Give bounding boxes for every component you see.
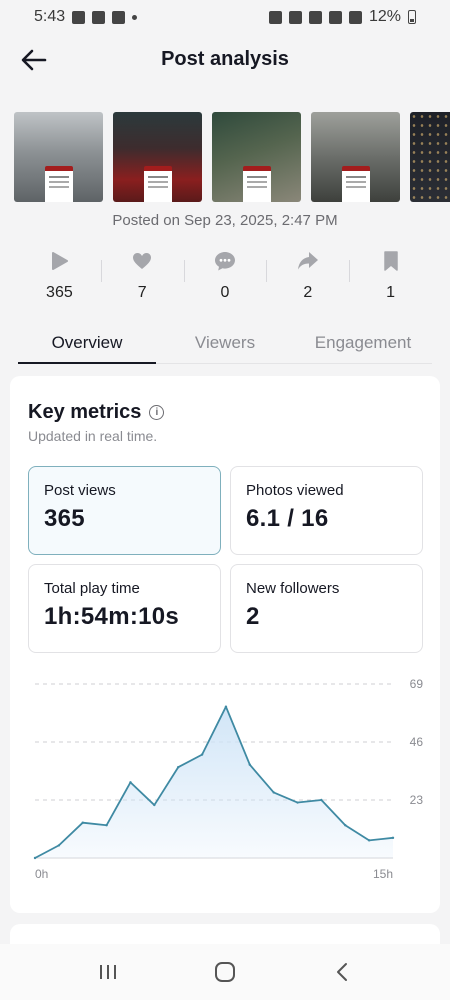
signal-icon	[348, 10, 362, 24]
data-point	[33, 856, 37, 860]
metric-label: New followers	[246, 580, 340, 597]
key-metrics-card: Key metrics i Updated in real time. Post…	[10, 376, 440, 913]
stat-shares: 2	[266, 248, 349, 306]
stat-value: 7	[137, 284, 147, 301]
home-button[interactable]	[203, 952, 247, 992]
metric-value: 2	[246, 603, 260, 630]
gallery-notification-icon	[72, 10, 86, 24]
play-icon	[46, 248, 72, 274]
stat-saves: 1	[349, 248, 432, 306]
data-point	[367, 839, 371, 842]
more-notifications-icon	[132, 14, 138, 20]
playstation-notification-icon	[112, 10, 126, 24]
data-point	[81, 821, 84, 824]
home-icon	[214, 962, 235, 982]
post-views-chart[interactable]: 23 46 69 0h 15h	[25, 672, 425, 892]
key-metrics-header: Key metrics i	[28, 401, 165, 424]
recent-apps-button[interactable]	[86, 952, 130, 992]
x-tick-label: 15h	[373, 867, 393, 881]
stat-value: 365	[46, 284, 73, 301]
metric-total-play-time[interactable]: Total play time 1h:54m:10s	[28, 564, 221, 653]
thumbnail-5[interactable]	[410, 112, 450, 202]
metric-label: Total play time	[44, 580, 140, 597]
metric-label: Photos viewed	[246, 482, 344, 499]
data-point	[153, 803, 156, 807]
data-point	[57, 844, 61, 847]
tab-engagement[interactable]: Engagement	[294, 324, 432, 363]
phone-screenshot-image	[44, 166, 73, 202]
status-right: 12%	[268, 8, 416, 26]
status-time: 5:43	[34, 8, 66, 25]
alarm-icon	[288, 10, 302, 24]
y-tick-label: 69	[410, 677, 424, 691]
share-icon	[295, 248, 321, 274]
status-left: 5:43	[34, 8, 138, 26]
thumbnail-3[interactable]	[212, 112, 301, 202]
status-bar: 5:43 12%	[0, 0, 450, 34]
data-point	[224, 705, 228, 708]
metric-post-views[interactable]: Post views 365	[28, 466, 221, 555]
snapchat-notification-icon	[92, 10, 106, 24]
metric-value: 6.1 / 16	[246, 505, 329, 532]
comment-icon	[212, 248, 238, 274]
bookmark-icon	[378, 248, 404, 274]
recent-apps-icon	[100, 965, 117, 979]
stat-value: 1	[386, 284, 396, 301]
posted-on-date: Posted on Sep 23, 2025, 2:47 PM	[112, 212, 338, 229]
data-point	[272, 791, 275, 794]
thumbnail-2[interactable]	[113, 112, 202, 202]
metric-new-followers[interactable]: New followers 2	[230, 564, 423, 653]
stat-comments: 0	[183, 248, 267, 306]
wifi-icon	[328, 10, 342, 24]
phone-screenshot-image	[143, 166, 172, 202]
x-tick-label: 0h	[35, 867, 48, 881]
lock-icon	[268, 10, 282, 24]
tab-overview[interactable]: Overview	[18, 324, 156, 364]
y-tick-label: 23	[410, 793, 424, 807]
info-icon[interactable]: i	[149, 405, 165, 420]
header: Post analysis	[0, 40, 450, 80]
battery-percent: 12%	[368, 8, 401, 25]
chart-svg: 23 46 69 0h 15h	[33, 677, 424, 881]
data-point	[344, 824, 347, 827]
chevron-left-icon	[336, 963, 347, 981]
data-point	[320, 798, 323, 802]
post-thumbnails[interactable]	[14, 112, 450, 202]
stat-views: 365	[18, 248, 101, 306]
mute-icon	[308, 10, 322, 24]
battery-icon	[408, 10, 416, 24]
engagement-stats: 365 7 0 2 1	[18, 248, 432, 306]
data-point	[129, 781, 132, 784]
key-metrics-subtitle: Updated in real time.	[28, 428, 158, 444]
metric-value: 365	[44, 505, 85, 532]
data-point	[200, 753, 204, 756]
data-point	[296, 801, 299, 804]
phone-screenshot-image	[242, 166, 271, 202]
stat-value: 0	[220, 284, 230, 301]
data-point	[105, 824, 108, 827]
thumbnail-1[interactable]	[14, 112, 103, 202]
metric-value: 1h:54m:10s	[44, 603, 180, 630]
data-point	[248, 763, 251, 766]
y-tick-label: 46	[410, 735, 424, 749]
stat-value: 2	[303, 284, 313, 301]
analysis-tabs: Overview Viewers Engagement	[18, 324, 432, 364]
data-point	[391, 836, 395, 840]
data-point	[177, 766, 180, 769]
tab-viewers[interactable]: Viewers	[156, 324, 294, 363]
page-title: Post analysis	[161, 48, 289, 70]
key-metrics-title: Key metrics	[28, 401, 142, 423]
phone-screenshot-image	[341, 166, 370, 202]
thumbnail-4[interactable]	[311, 112, 400, 202]
android-nav-bar	[0, 944, 450, 1000]
metric-label: Post views	[44, 482, 116, 499]
stat-likes: 7	[100, 248, 184, 306]
metric-photos-viewed[interactable]: Photos viewed 6.1 / 16	[230, 466, 423, 555]
back-nav-button[interactable]	[320, 952, 364, 992]
heart-icon	[129, 248, 155, 274]
